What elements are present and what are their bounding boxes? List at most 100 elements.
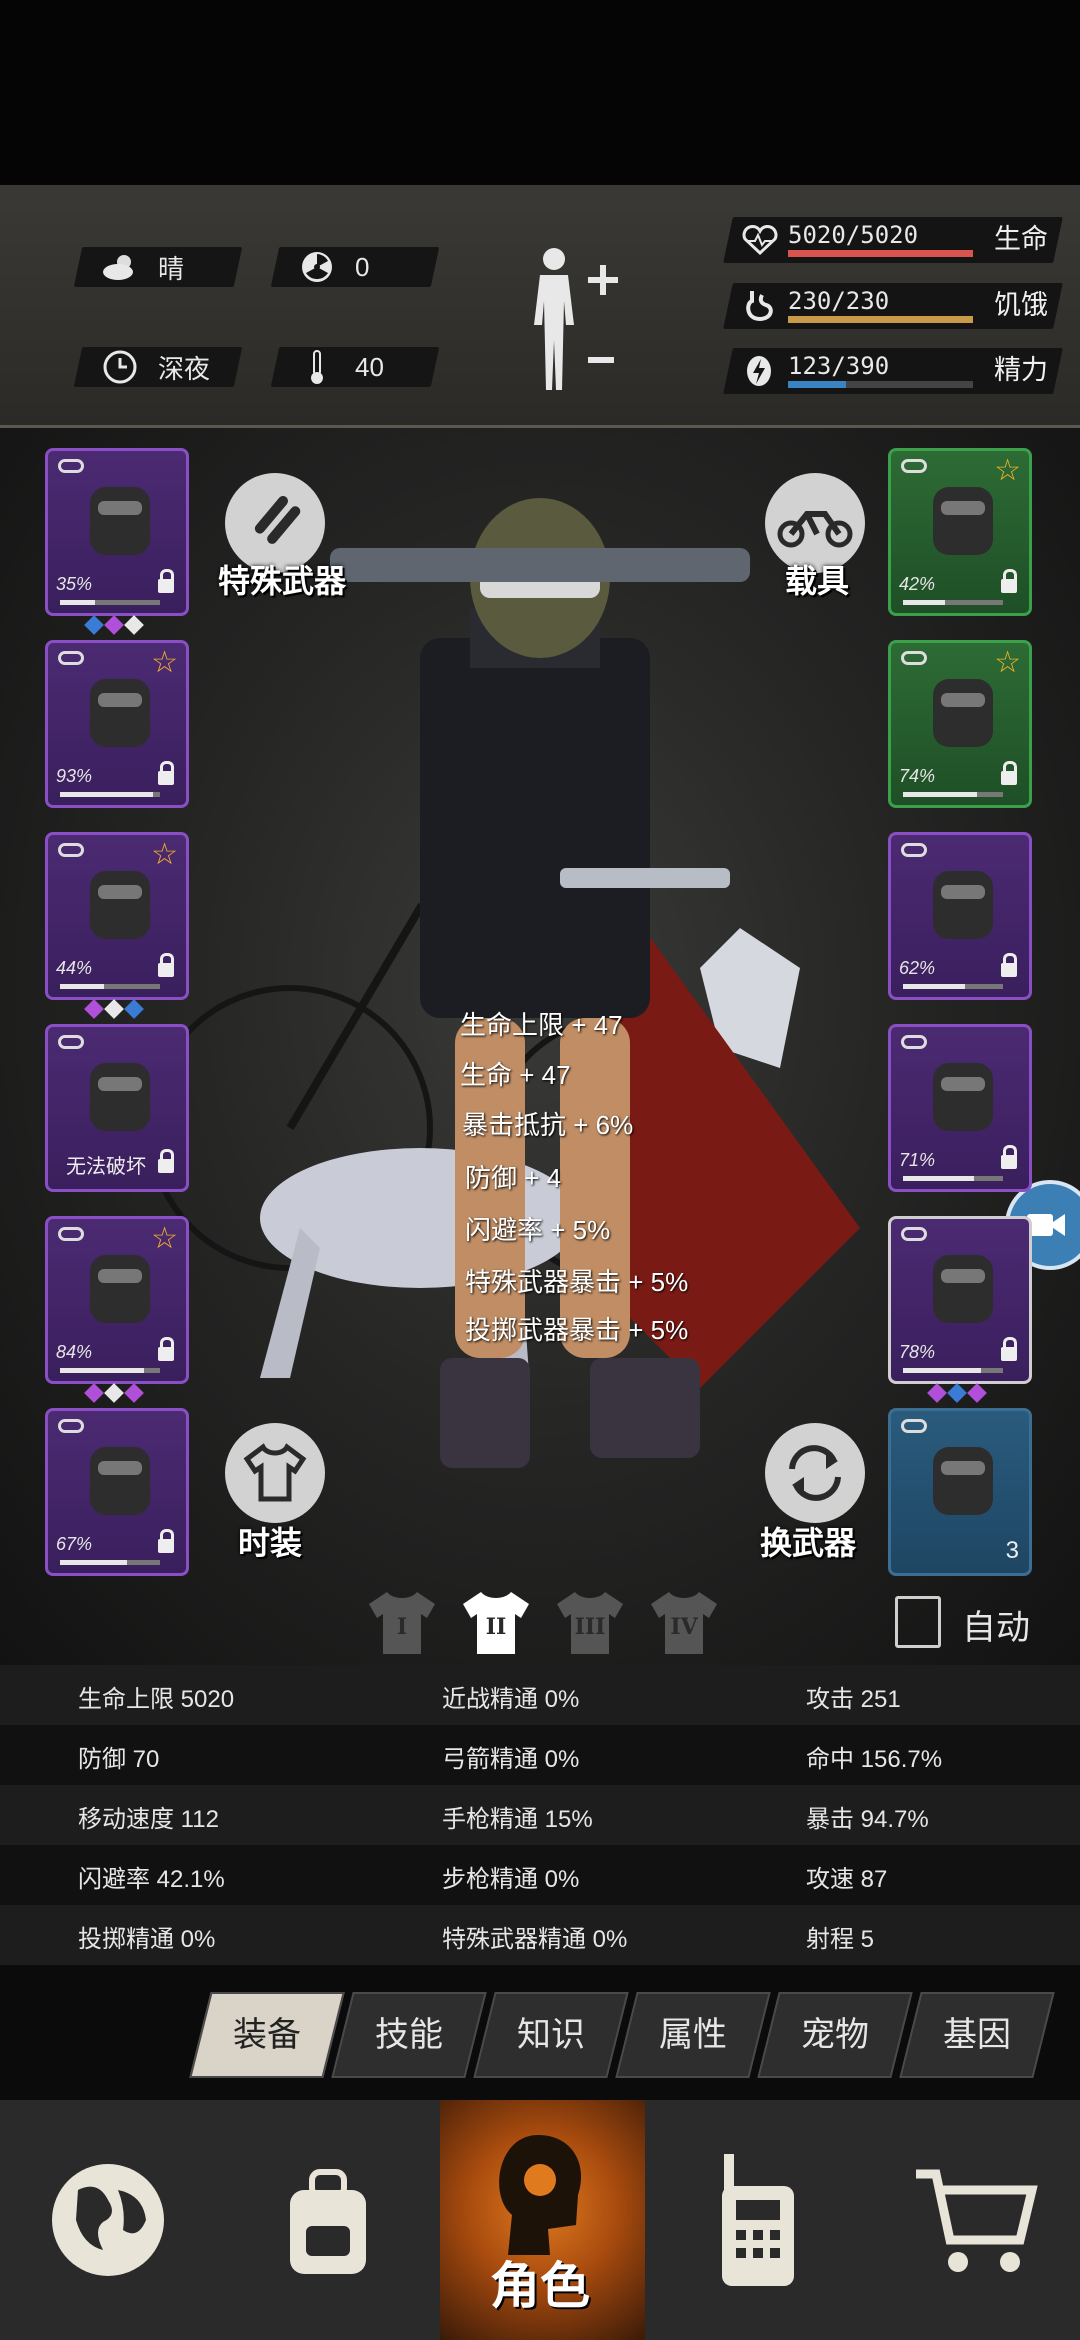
auto-checkbox[interactable] — [895, 1596, 941, 1648]
stats-row: 移动速度 112 手枪精通 15% 暴击 94.7% — [0, 1785, 1080, 1845]
durability-fill — [903, 1176, 974, 1181]
nav-character-label: 角色 — [490, 2258, 590, 2314]
gem-icon — [124, 999, 144, 1019]
durability-bar — [60, 1560, 160, 1565]
tab-0[interactable]: 装备 — [189, 1992, 345, 2078]
right-slot-glasses[interactable]: ☆ 42% — [888, 448, 1032, 616]
outfit-slot-1[interactable]: I — [365, 1588, 439, 1658]
gem-icon — [104, 999, 124, 1019]
auto-label: 自动 — [962, 1609, 1030, 1647]
left-slot-boots[interactable]: 67% — [45, 1408, 189, 1576]
top-bar — [0, 0, 1080, 185]
hunger-value: 230/230 — [788, 287, 890, 315]
right-slot-shield[interactable]: 71% — [888, 1024, 1032, 1192]
right-slot-vest[interactable]: 62% — [888, 832, 1032, 1000]
tab-4[interactable]: 宠物 — [757, 1992, 913, 2078]
body-status-icon[interactable] — [520, 245, 630, 395]
left-slot-shirt[interactable]: ☆ 93% — [45, 640, 189, 808]
durability-bar — [903, 1176, 1003, 1181]
durability-fill — [60, 792, 153, 797]
outfit-slot-2[interactable]: II — [459, 1588, 533, 1658]
nav-character-button[interactable]: 角色 — [440, 2100, 645, 2340]
energy-fill — [788, 381, 847, 388]
durability-fill — [903, 984, 965, 989]
stats-row: 生命上限 5020 近战精通 0% 攻击 251 — [0, 1665, 1080, 1725]
radiation-value: 0 — [355, 251, 370, 282]
lock-icon — [158, 761, 174, 785]
nav-shop-button[interactable] — [870, 2100, 1080, 2340]
tab-2[interactable]: 知识 — [473, 1992, 629, 2078]
durability-bar — [903, 792, 1003, 797]
health-fill — [788, 250, 973, 257]
switch-weapon-button[interactable] — [765, 1423, 865, 1523]
temperature-pill: 40 — [270, 347, 440, 387]
outfit-slot-3[interactable]: III — [553, 1588, 627, 1658]
left-slot-helmet[interactable]: 35% — [45, 448, 189, 616]
left-slot-backpack[interactable]: 无法破坏 — [45, 1024, 189, 1192]
durability-bar — [60, 984, 160, 989]
tab-3[interactable]: 属性 — [615, 1992, 771, 2078]
globe-icon — [51, 2164, 164, 2276]
stat-cell: 投掷精通 0% — [78, 1926, 216, 1953]
durability-percent: 93% — [56, 766, 93, 786]
backpack-icon — [90, 1063, 150, 1131]
tab-label: 属性 — [659, 2016, 727, 2054]
stats-row: 闪避率 42.1% 步枪精通 0% 攻速 87 — [0, 1845, 1080, 1905]
energy-value: 123/390 — [788, 352, 890, 380]
right-slot-revolver[interactable]: 78% — [888, 1216, 1032, 1384]
link-icon — [901, 651, 927, 665]
vest-icon — [933, 871, 993, 939]
right-slot-mask[interactable]: ☆ 74% — [888, 640, 1032, 808]
gem-sockets — [84, 1383, 144, 1403]
durability-percent: 74% — [899, 766, 936, 786]
bonus-text: 闪避率 + 5% — [465, 1215, 611, 1245]
durability-bar — [60, 1368, 160, 1373]
tab-5[interactable]: 基因 — [899, 1992, 1055, 2078]
pouch-icon — [933, 1447, 993, 1515]
boots-icon — [90, 1447, 150, 1515]
time-pill: 深夜 — [73, 347, 243, 387]
gem-icon — [104, 615, 124, 635]
nav-radio-button[interactable] — [645, 2100, 870, 2340]
jacket-icon — [90, 871, 150, 939]
bonus-text: 生命 + 47 — [460, 1060, 571, 1090]
lock-icon — [1001, 569, 1017, 593]
link-icon — [58, 843, 84, 857]
stat-cell: 手枪精通 15% — [442, 1806, 593, 1833]
tab-label: 技能 — [375, 2016, 443, 2054]
durability-fill — [903, 792, 977, 797]
left-slot-pants[interactable]: ☆ 84% — [45, 1216, 189, 1384]
stat-cell: 暴击 94.7% — [806, 1806, 929, 1833]
status-panel: 晴 0 深夜 40 5020/5020 生命 230/230 饥饿 123/39… — [0, 185, 1080, 428]
gem-sockets — [84, 999, 144, 1019]
outfit-slot-4[interactable]: IV — [647, 1588, 721, 1658]
outfit-slot-number: III — [574, 1614, 606, 1640]
durability-bar — [60, 792, 160, 797]
lock-icon — [1001, 953, 1017, 977]
radiation-pill: 0 — [270, 247, 440, 287]
outfit-slot-row: I II III IV — [365, 1588, 721, 1658]
tab-label: 基因 — [943, 2016, 1011, 2054]
special-weapon-label: 特殊武器 — [218, 563, 347, 599]
nav-world-button[interactable] — [0, 2100, 215, 2340]
tab-1[interactable]: 技能 — [331, 1992, 487, 2078]
outfit-slot-number: II — [485, 1614, 507, 1640]
swap-icon — [789, 1445, 841, 1501]
revolver-icon — [933, 1255, 993, 1323]
lock-icon — [1001, 1145, 1017, 1169]
stats-row: 投掷精通 0% 特殊武器精通 0% 射程 5 — [0, 1905, 1080, 1965]
bonus-text: 投掷武器暴击 + 5% — [465, 1315, 689, 1345]
lock-icon — [158, 569, 174, 593]
stomach-icon — [742, 289, 778, 328]
gem-icon — [124, 1383, 144, 1403]
gem-sockets — [927, 1383, 987, 1403]
right-slot-pouch[interactable]: 3 — [888, 1408, 1032, 1576]
lock-icon — [158, 1149, 174, 1173]
gem-icon — [124, 615, 144, 635]
stat-cell: 特殊武器精通 0% — [442, 1926, 628, 1953]
nav-inventory-button[interactable] — [215, 2100, 440, 2340]
energy-icon — [744, 354, 774, 393]
fashion-button[interactable] — [225, 1423, 325, 1523]
category-tabs: 装备 技能 知识 属性 宠物 基因 — [189, 1992, 1070, 2078]
left-slot-jacket[interactable]: ☆ 44% — [45, 832, 189, 1000]
